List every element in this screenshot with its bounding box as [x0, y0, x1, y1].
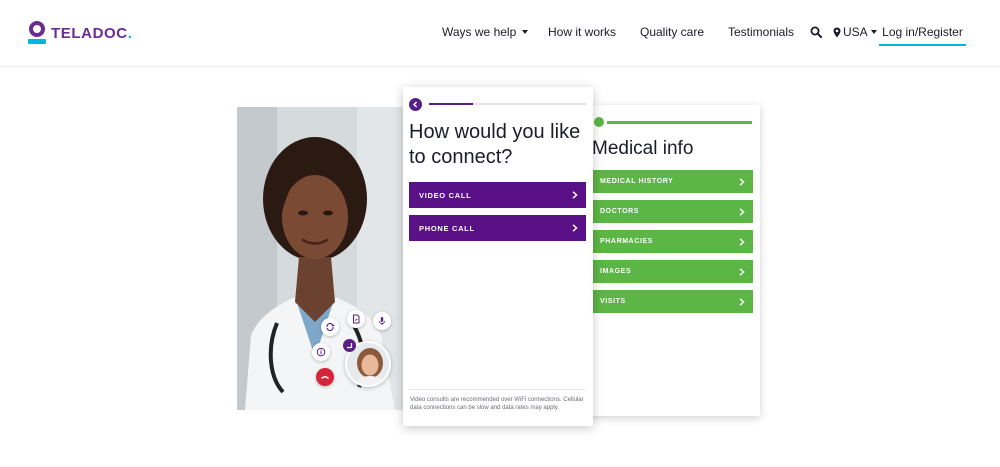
- phone-call-button[interactable]: PHONE CALL: [409, 215, 586, 241]
- chevron-right-icon: [572, 191, 578, 199]
- medical-history-button[interactable]: MEDICAL HISTORY: [593, 170, 753, 193]
- back-button[interactable]: [409, 98, 422, 111]
- medical-progress-bar: [607, 121, 752, 124]
- divider: [409, 389, 586, 390]
- chevron-down-icon: [870, 30, 877, 34]
- search-icon[interactable]: [810, 26, 822, 38]
- camera-badge: [343, 339, 356, 352]
- chevron-left-icon: [412, 101, 418, 108]
- chevron-down-icon: [522, 30, 529, 34]
- chevron-right-icon: [739, 267, 745, 276]
- connect-progress-fill: [429, 103, 473, 105]
- medical-info-card: Medical info MEDICAL HISTORY DOCTORS PHA…: [582, 105, 760, 416]
- chevron-right-icon: [572, 224, 578, 232]
- teladoc-logo[interactable]: TELADOC .: [28, 20, 132, 46]
- medical-info-title: Medical info: [592, 138, 694, 159]
- switch-camera-button[interactable]: [321, 318, 339, 336]
- teladoc-logo-icon: [28, 21, 46, 45]
- video-call-label: VIDEO CALL: [419, 190, 472, 200]
- pharmacies-button[interactable]: PHARMACIES: [593, 230, 753, 253]
- document-icon: [353, 314, 360, 324]
- doctors-button[interactable]: DOCTORS: [593, 200, 753, 223]
- nav-quality-care[interactable]: Quality care: [640, 25, 704, 39]
- info-icon: [316, 347, 326, 357]
- back-icon[interactable]: [594, 117, 604, 127]
- pharmacies-label: PHARMACIES: [600, 238, 654, 245]
- phone-call-label: PHONE CALL: [419, 223, 475, 233]
- chevron-right-icon: [739, 177, 745, 186]
- connect-progress-track: [429, 103, 586, 105]
- nav-testimonials[interactable]: Testimonials: [728, 25, 794, 39]
- end-call-icon: [321, 376, 329, 379]
- location-pin-icon: [833, 27, 841, 37]
- nav-ways-we-help[interactable]: Ways we help: [442, 25, 529, 39]
- medical-history-label: MEDICAL HISTORY: [600, 178, 674, 185]
- nav-ways-we-help-label: Ways we help: [442, 25, 517, 39]
- chevron-right-icon: [739, 237, 745, 246]
- chevron-right-icon: [739, 207, 745, 216]
- end-call-button[interactable]: [316, 368, 334, 386]
- login-register-link[interactable]: Log in/Register: [879, 25, 966, 46]
- visits-label: VISITS: [600, 298, 626, 305]
- info-button[interactable]: [312, 343, 330, 361]
- nav-how-it-works[interactable]: How it works: [548, 25, 616, 39]
- connect-card: How would you like to connect? VIDEO CAL…: [403, 87, 593, 426]
- visits-button[interactable]: VISITS: [593, 290, 753, 313]
- brand-name: TELADOC: [51, 24, 128, 42]
- switch-camera-icon: [326, 322, 335, 332]
- video-call-button[interactable]: VIDEO CALL: [409, 182, 586, 208]
- corner-icon: [347, 343, 353, 349]
- country-selector[interactable]: USA: [833, 25, 877, 39]
- connection-note: Video consults are recommended over WiFi…: [410, 397, 584, 411]
- images-label: IMAGES: [600, 268, 632, 275]
- connect-title: How would you like to connect?: [409, 121, 581, 168]
- country-label: USA: [843, 25, 868, 39]
- microphone-button[interactable]: [373, 312, 391, 330]
- brand-dot: .: [127, 24, 132, 42]
- doctors-label: DOCTORS: [600, 208, 640, 215]
- chevron-right-icon: [739, 297, 745, 306]
- site-header: TELADOC . Ways we help How it works Qual…: [0, 0, 1000, 67]
- microphone-icon: [379, 317, 385, 325]
- images-button[interactable]: IMAGES: [593, 260, 753, 283]
- document-button[interactable]: [347, 310, 365, 328]
